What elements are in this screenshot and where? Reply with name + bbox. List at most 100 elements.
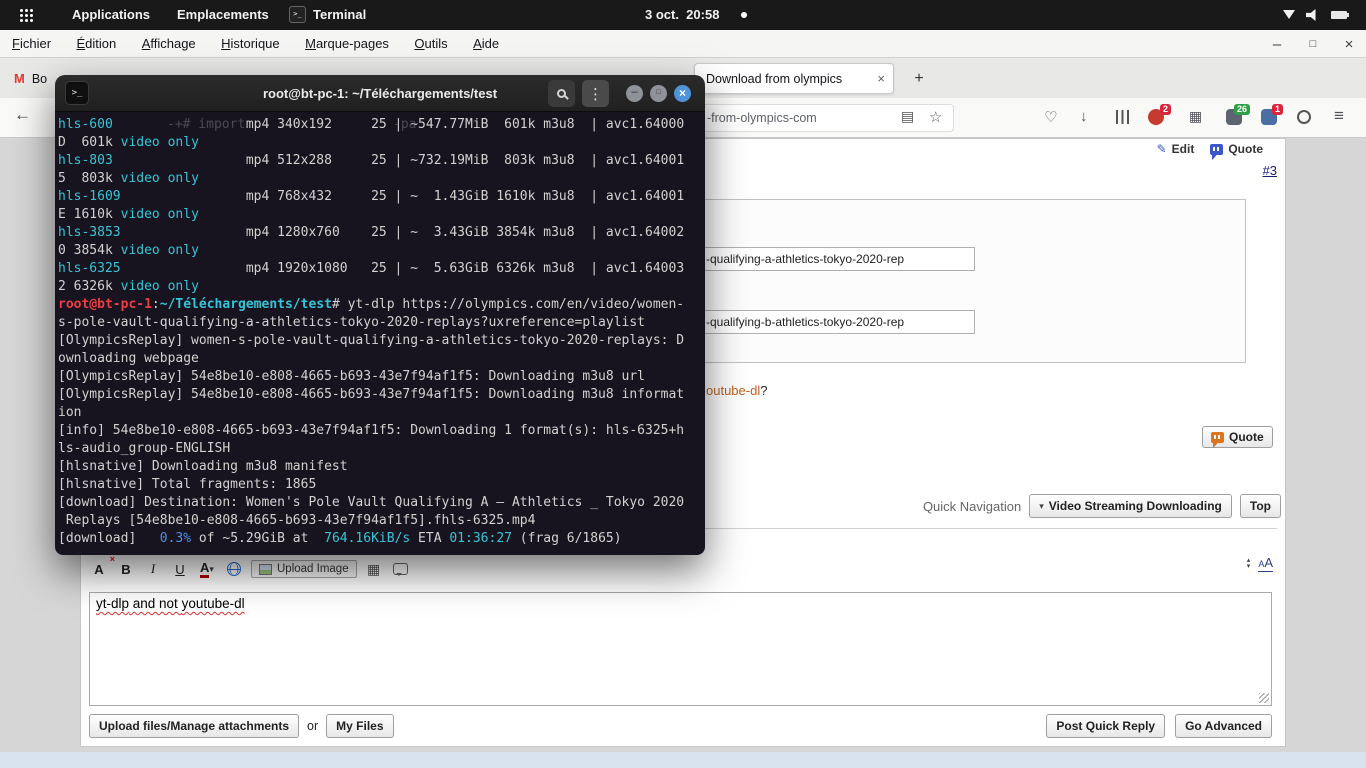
tab-label: Download from olympics: [706, 71, 843, 86]
go-advanced-button[interactable]: Go Advanced: [1175, 714, 1272, 738]
screen: Applications Emplacements >_ Terminal 3 …: [0, 0, 1366, 768]
downloads-icon[interactable]: ↓: [1080, 108, 1088, 125]
volume-icon[interactable]: [1306, 9, 1316, 21]
pocket-icon[interactable]: ♡: [1044, 108, 1057, 126]
reader-mode-icon[interactable]: ▤: [901, 108, 914, 125]
menu-aide[interactable]: Aide: [473, 30, 499, 58]
account-circle-icon[interactable]: [1297, 110, 1311, 124]
applications-menu[interactable]: Applications: [72, 7, 150, 22]
menu-edition[interactable]: Édition: [76, 30, 116, 58]
chevron-down-icon: ▾: [1039, 500, 1044, 511]
places-menu[interactable]: Emplacements: [177, 7, 269, 22]
terminal-body[interactable]: -+# import -pa hls-600 mp4 340x192 25 | …: [55, 112, 705, 555]
upload-files-button[interactable]: Upload files/Manage attachments: [89, 714, 300, 738]
italic-button[interactable]: I: [143, 558, 163, 580]
remove-format-button[interactable]: A ×: [89, 554, 115, 580]
arrow-down-icon: ▾: [1246, 563, 1251, 570]
terminal-maximize-button[interactable]: □: [650, 85, 667, 102]
applications-grid-icon[interactable]: [20, 9, 23, 12]
clock[interactable]: 3 oct. 20:58: [645, 7, 719, 22]
terminal-menu-button[interactable]: ⋮: [582, 80, 609, 107]
terminal-ghost-text: -+# import: [167, 117, 246, 132]
quote-post-link[interactable]: Quote: [1210, 142, 1263, 160]
terminal-search-button[interactable]: [548, 80, 575, 107]
terminal-close-button[interactable]: ×: [674, 85, 691, 102]
quote-label: Quote: [1228, 142, 1263, 156]
menu-historique[interactable]: Historique: [221, 30, 280, 58]
youtube-dl-link[interactable]: outube-dl: [706, 383, 760, 398]
font-color-a: A: [200, 560, 210, 578]
search-icon: [557, 89, 566, 98]
edit-post-link[interactable]: ✎ Edit: [1157, 142, 1195, 156]
smilies-button[interactable]: [391, 558, 411, 580]
terminal-minimize-button[interactable]: –: [626, 85, 643, 102]
quote-reply-button[interactable]: Quote: [1202, 426, 1273, 448]
editor-resize-control[interactable]: AA: [1258, 556, 1273, 572]
pencil-icon: ✎: [1156, 142, 1167, 156]
post-quick-reply-button[interactable]: Post Quick Reply: [1046, 714, 1166, 738]
tab-download-olympics[interactable]: Download from olympics ×: [694, 63, 894, 94]
terminal-app-icon: >_: [289, 6, 306, 23]
tab-close-icon[interactable]: ×: [877, 71, 885, 86]
edit-label: Edit: [1171, 142, 1195, 156]
notify-badge: 1: [1272, 104, 1284, 115]
battery-icon[interactable]: [1331, 11, 1349, 19]
quote-reply-label: Quote: [1229, 430, 1264, 444]
quick-navigation: Quick Navigation ▾ Video Streaming Downl…: [923, 494, 1281, 518]
url-text: -from-olympics-com: [707, 111, 817, 125]
network-icon[interactable]: [1283, 10, 1295, 19]
terminal-app-menu[interactable]: Terminal: [313, 7, 366, 22]
bookmark-star-icon[interactable]: ☆: [929, 108, 942, 126]
window-maximize-button[interactable]: □: [1306, 38, 1320, 50]
upload-image-label: Upload Image: [277, 563, 349, 575]
notification-dot: [741, 12, 747, 18]
reply-word-1: yt-dlp: [96, 596, 130, 611]
quote-bubble-icon: [1210, 143, 1224, 160]
bold-button[interactable]: B: [116, 558, 136, 580]
menu-affichage[interactable]: Affichage: [142, 30, 196, 58]
remove-format-a: A: [94, 561, 104, 577]
editor-collapse-control[interactable]: ▴ ▾: [1246, 557, 1251, 570]
firefox-menu-bar: Fichier Édition Affichage Historique Mar…: [0, 30, 1366, 58]
chevron-down-icon: ▾: [209, 563, 214, 574]
terminal-ghost-text: -pa: [393, 117, 417, 132]
menu-outils[interactable]: Outils: [414, 30, 447, 58]
post-number-link[interactable]: #3: [1263, 163, 1277, 178]
top-button[interactable]: Top: [1239, 494, 1281, 518]
insert-video-button[interactable]: ▦: [364, 558, 384, 580]
tab-gmail-label: Bo: [31, 71, 48, 86]
new-tab-button[interactable]: +: [907, 67, 931, 91]
post-text: outube-dl?: [706, 383, 767, 398]
reading-grid-icon[interactable]: ▦: [1189, 108, 1202, 125]
back-button[interactable]: ←: [14, 105, 31, 125]
font-color-button[interactable]: A ▾: [197, 558, 217, 580]
library-icon[interactable]: [1116, 110, 1129, 124]
window-close-button[interactable]: ×: [1342, 36, 1356, 53]
quick-reply-textarea[interactable]: yt-dlp and not youtube-dl: [89, 592, 1272, 706]
menu-fichier[interactable]: Fichier: [12, 30, 51, 58]
window-controls: – □ ×: [1270, 30, 1356, 58]
terminal-titlebar[interactable]: >_ root@bt-pc-1: ~/Téléchargements/test …: [55, 75, 705, 112]
underline-button[interactable]: U: [170, 558, 190, 580]
quote-orange-icon: [1211, 431, 1224, 448]
my-files-button[interactable]: My Files: [326, 714, 394, 738]
quick-nav-dropdown[interactable]: ▾ Video Streaming Downloading: [1029, 494, 1232, 518]
reply-buttons-left: Upload files/Manage attachments or My Fi…: [89, 714, 394, 738]
hamburger-menu-icon[interactable]: ≡: [1334, 106, 1344, 126]
terminal-output: hls-600 mp4 340x192 25 | ~547.77MiB 601k…: [58, 117, 685, 546]
image-icon: [259, 563, 272, 575]
size-large-a: A: [1264, 555, 1273, 570]
gmail-favicon: M: [14, 71, 25, 86]
globe-icon: [227, 562, 241, 576]
post-text-suffix: ?: [760, 383, 768, 398]
menu-marque-pages[interactable]: Marque-pages: [305, 30, 389, 58]
window-minimize-button[interactable]: –: [1270, 36, 1284, 53]
post-controls: ✎ Edit Quote: [1157, 142, 1263, 160]
reply-word-3: youtube-dl: [181, 596, 245, 611]
upload-image-button[interactable]: Upload Image: [251, 560, 357, 578]
remove-format-x-icon: ×: [109, 554, 115, 564]
insert-link-button[interactable]: [224, 558, 244, 580]
adblock-badge: 2: [1160, 104, 1172, 115]
page-footer-strip: [0, 752, 1366, 768]
or-label: or: [307, 719, 319, 733]
